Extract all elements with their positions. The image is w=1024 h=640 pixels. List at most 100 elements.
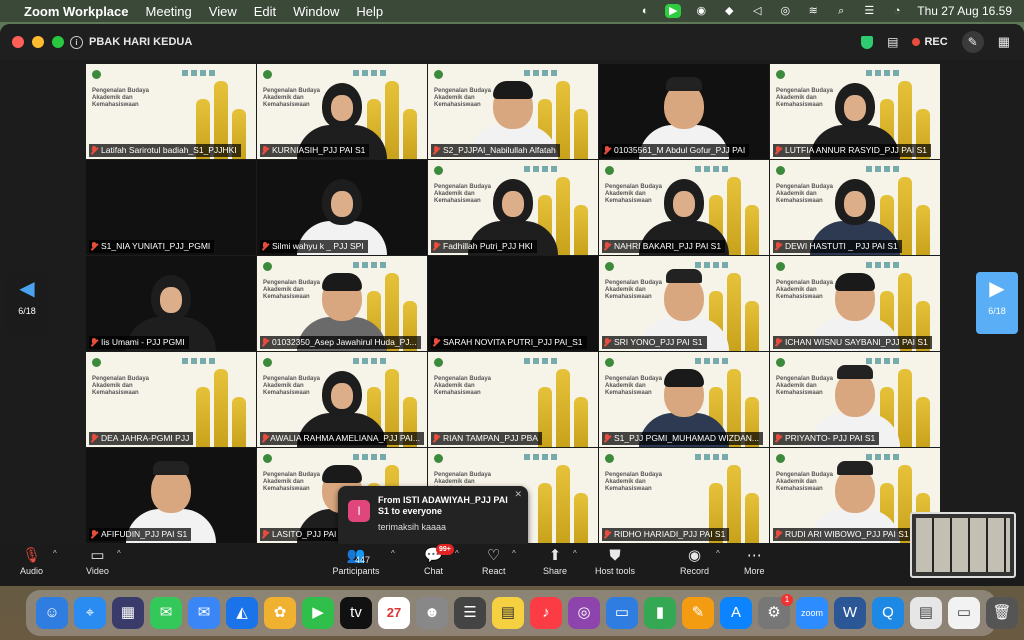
participant-tile[interactable]: Pengenalan Budaya Akademik dan Kemahasis… bbox=[257, 64, 427, 159]
chat-button[interactable]: 💬 99+ Chat bbox=[424, 544, 454, 576]
facetime-icon[interactable]: ▶ bbox=[302, 597, 334, 629]
menu-window[interactable]: Window bbox=[293, 4, 339, 19]
record-status-icon[interactable]: ◎ bbox=[777, 4, 793, 18]
participant-head bbox=[322, 371, 362, 417]
reminders-icon[interactable]: ☰ bbox=[454, 597, 486, 629]
participant-tile[interactable]: Pengenalan Budaya Akademik dan Kemahasis… bbox=[770, 160, 940, 255]
keynote-icon[interactable]: ▭ bbox=[606, 597, 638, 629]
control-center-icon[interactable]: ☰ bbox=[861, 4, 877, 18]
zoom-app-icon[interactable]: zoom bbox=[796, 597, 828, 629]
user-switch-icon[interactable]: ◔ bbox=[889, 4, 905, 18]
react-button[interactable]: ♡ React bbox=[482, 546, 506, 576]
quicktime-icon[interactable]: Q bbox=[872, 597, 904, 629]
university-logo-icon bbox=[92, 70, 101, 79]
status-badge-icon[interactable]: ◉ bbox=[693, 4, 709, 18]
close-window-button[interactable] bbox=[12, 36, 24, 48]
security-shield-icon[interactable] bbox=[861, 35, 874, 49]
record-button[interactable]: ◉ Record bbox=[680, 546, 709, 576]
react-options-chevron-icon[interactable]: ^ bbox=[512, 549, 516, 558]
menu-view[interactable]: View bbox=[209, 4, 237, 19]
participant-tile[interactable]: SARAH NOVITA PUTRI_PJJ PAI_S1 bbox=[428, 256, 598, 351]
participant-tile[interactable]: Pengenalan Budaya Akademik dan Kemahasis… bbox=[599, 160, 769, 255]
participant-tile[interactable]: Pengenalan Budaya Akademik dan Kemahasis… bbox=[770, 352, 940, 447]
next-page-button[interactable]: ▶ 6/18 bbox=[976, 272, 1018, 334]
search-icon[interactable]: ⌕ bbox=[833, 4, 849, 18]
participant-tile[interactable]: Pengenalan Budaya Akademik dan Kemahasis… bbox=[257, 256, 427, 351]
menu-help[interactable]: Help bbox=[356, 4, 383, 19]
wifi-icon[interactable]: ≋ bbox=[805, 4, 821, 18]
chat-options-chevron-icon[interactable]: ^ bbox=[455, 549, 459, 558]
participant-tile[interactable]: Pengenalan Budaya Akademik dan Kemahasis… bbox=[86, 64, 256, 159]
gallery-view-icon[interactable]: ▦ bbox=[998, 34, 1010, 50]
participant-tile[interactable]: Pengenalan Budaya Akademik dan Kemahasis… bbox=[770, 256, 940, 351]
chat-notification[interactable]: I From ISTI ADAWIYAH_PJJ PAI S1 to every… bbox=[338, 486, 528, 550]
participant-tile[interactable]: S1_NIA YUNIATI_PJJ_PGMI bbox=[86, 160, 256, 255]
trash-icon[interactable]: 🗑 bbox=[986, 597, 1018, 629]
participant-tile[interactable]: Pengenalan Budaya Akademik dan Kemahasis… bbox=[599, 352, 769, 447]
mic-muted-icon bbox=[433, 146, 440, 155]
audio-button[interactable]: 🎙 Audio bbox=[20, 546, 43, 576]
pages-icon[interactable]: ✎ bbox=[682, 597, 714, 629]
safari-icon[interactable]: ⌖ bbox=[74, 597, 106, 629]
share-options-chevron-icon[interactable]: ^ bbox=[573, 549, 577, 558]
zoom-status-icon[interactable]: ▶ bbox=[665, 4, 682, 18]
system-settings-icon[interactable]: ⚙ 1 bbox=[758, 594, 793, 629]
document-preview-icon[interactable]: ▤ bbox=[910, 597, 942, 629]
close-icon[interactable]: ✕ bbox=[514, 489, 522, 500]
menu-edit[interactable]: Edit bbox=[254, 4, 276, 19]
maps-icon[interactable]: ◭ bbox=[226, 597, 258, 629]
participant-tile[interactable]: AFIFUDIN_PJJ PAI S1 bbox=[86, 448, 256, 543]
notes-icon[interactable]: ▤ bbox=[492, 597, 524, 629]
podcasts-icon[interactable]: ◎ bbox=[568, 597, 600, 629]
video-options-chevron-icon[interactable]: ^ bbox=[117, 549, 121, 558]
status-circle-icon[interactable]: ◐ bbox=[637, 4, 653, 18]
menu-meeting[interactable]: Meeting bbox=[146, 4, 192, 19]
contacts-icon[interactable]: ☻ bbox=[416, 597, 448, 629]
previous-page-button[interactable]: ◀ 6/18 bbox=[6, 272, 48, 334]
participant-tile[interactable]: Pengenalan Budaya Akademik dan Kemahasis… bbox=[257, 352, 427, 447]
host-tools-button[interactable]: ⛊ Host tools bbox=[595, 546, 635, 576]
participants-options-chevron-icon[interactable]: ^ bbox=[391, 549, 395, 558]
participant-tile[interactable]: Pengenalan Budaya Akademik dan Kemahasis… bbox=[86, 352, 256, 447]
recording-indicator[interactable]: REC bbox=[912, 36, 948, 48]
meeting-info-icon[interactable]: i bbox=[70, 35, 83, 49]
participant-tile[interactable]: Silmi wahyu k _ PJJ SPI bbox=[257, 160, 427, 255]
captions-icon[interactable]: ▤ bbox=[887, 35, 898, 49]
window-preview-icon[interactable]: ▭ bbox=[948, 597, 980, 629]
participants-button[interactable]: 👥 447 Participants bbox=[332, 546, 380, 576]
fullscreen-window-button[interactable] bbox=[52, 36, 64, 48]
calendar-icon[interactable]: 27 bbox=[378, 597, 410, 629]
mail-icon[interactable]: ✉ bbox=[188, 597, 220, 629]
messages-icon[interactable]: ✉ bbox=[150, 597, 182, 629]
datetime[interactable]: Thu 27 Aug 16.59 bbox=[917, 4, 1012, 18]
participant-tile[interactable]: Pengenalan Budaya Akademik dan Kemahasis… bbox=[599, 448, 769, 543]
photos-icon[interactable]: ✿ bbox=[264, 597, 296, 629]
participant-tile[interactable]: Pengenalan Budaya Akademik dan Kemahasis… bbox=[428, 64, 598, 159]
audio-options-chevron-icon[interactable]: ^ bbox=[53, 549, 57, 558]
finder-icon[interactable]: ☺ bbox=[36, 597, 68, 629]
partner-logos-icon bbox=[353, 358, 387, 364]
participant-tile[interactable]: 01035561_M Abdul Gofur_PJJ PAI bbox=[599, 64, 769, 159]
participant-tile[interactable]: Iis Umami - PJJ PGMI bbox=[86, 256, 256, 351]
volume-icon[interactable]: ◁ bbox=[749, 4, 765, 18]
video-button[interactable]: ▭ Video bbox=[86, 546, 109, 576]
launchpad-icon[interactable]: ▦ bbox=[112, 597, 144, 629]
word-icon[interactable]: W bbox=[834, 597, 866, 629]
record-options-chevron-icon[interactable]: ^ bbox=[716, 549, 720, 558]
numbers-icon[interactable]: ▮ bbox=[644, 597, 676, 629]
app-menu[interactable]: Zoom Workplace bbox=[24, 4, 129, 19]
music-icon[interactable]: ♪ bbox=[530, 597, 562, 629]
minimize-window-button[interactable] bbox=[32, 36, 44, 48]
app-store-icon[interactable]: A bbox=[720, 597, 752, 629]
participant-tile[interactable]: Pengenalan Budaya Akademik dan Kemahasis… bbox=[428, 160, 598, 255]
participant-tile[interactable]: Pengenalan Budaya Akademik dan Kemahasis… bbox=[770, 64, 940, 159]
media-icon[interactable]: ◆ bbox=[721, 4, 737, 18]
apple-tv-icon[interactable]: tv bbox=[340, 597, 372, 629]
annotate-pen-icon[interactable]: ✎ bbox=[961, 31, 984, 53]
participant-tile[interactable]: Pengenalan Budaya Akademik dan Kemahasis… bbox=[428, 352, 598, 447]
share-button[interactable]: ⬆ Share bbox=[543, 546, 567, 576]
participant-tile[interactable]: Pengenalan Budaya Akademik dan Kemahasis… bbox=[599, 256, 769, 351]
more-button[interactable]: ⋯ More bbox=[744, 546, 765, 576]
gallery-thumbnail-preview[interactable] bbox=[910, 512, 1016, 578]
slide-title: Pengenalan Budaya Akademik dan Kemahasis… bbox=[92, 376, 150, 396]
